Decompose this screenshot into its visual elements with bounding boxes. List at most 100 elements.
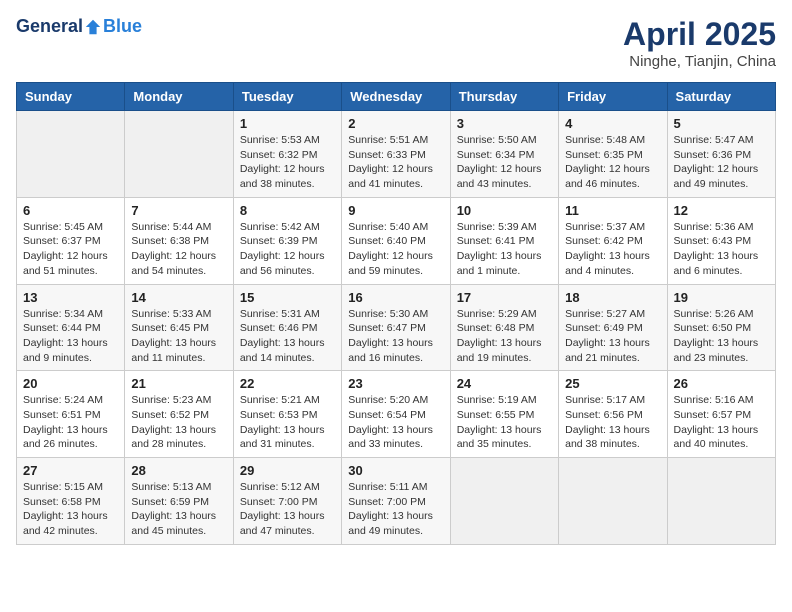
title-block: April 2025 Ninghe, Tianjin, China <box>623 16 776 70</box>
day-info: Sunrise: 5:16 AM Sunset: 6:57 PM Dayligh… <box>674 393 769 452</box>
day-number: 20 <box>23 376 118 391</box>
location-text: Ninghe, Tianjin, China <box>623 53 776 70</box>
day-info: Sunrise: 5:33 AM Sunset: 6:45 PM Dayligh… <box>131 307 226 366</box>
day-info: Sunrise: 5:37 AM Sunset: 6:42 PM Dayligh… <box>565 220 660 279</box>
calendar-table: SundayMondayTuesdayWednesdayThursdayFrid… <box>16 82 776 545</box>
day-info: Sunrise: 5:31 AM Sunset: 6:46 PM Dayligh… <box>240 307 335 366</box>
day-info: Sunrise: 5:51 AM Sunset: 6:33 PM Dayligh… <box>348 133 443 192</box>
calendar-week-row: 20Sunrise: 5:24 AM Sunset: 6:51 PM Dayli… <box>17 371 776 458</box>
calendar-cell: 3Sunrise: 5:50 AM Sunset: 6:34 PM Daylig… <box>450 111 558 198</box>
day-number: 13 <box>23 290 118 305</box>
calendar-cell: 30 Sunrise: 5:11 AM Sunset: 7:00 PM Dayli… <box>342 458 450 545</box>
weekday-header-sunday: Sunday <box>17 83 125 111</box>
day-info: Sunrise: 5:26 AM Sunset: 6:50 PM Dayligh… <box>674 307 769 366</box>
day-info: Sunrise: 5:27 AM Sunset: 6:49 PM Dayligh… <box>565 307 660 366</box>
day-number: 18 <box>565 290 660 305</box>
day-info: Sunrise: 5:11 AM Sunset: 7:00 PM Dayligh… <box>348 480 443 539</box>
day-number: 17 <box>457 290 552 305</box>
calendar-week-row: 13 Sunrise: 5:34 AM Sunset: 6:44 PM Dayli… <box>17 284 776 371</box>
calendar-cell: 22 Sunrise: 5:21 AM Sunset: 6:53 PM Dayli… <box>233 371 341 458</box>
day-info: Sunrise: 5:47 AM Sunset: 6:36 PM Dayligh… <box>674 133 769 192</box>
calendar-cell: 6 Sunrise: 5:45 AM Sunset: 6:37 PM Daylig… <box>17 197 125 284</box>
calendar-cell: 24Sunrise: 5:19 AM Sunset: 6:55 PM Dayli… <box>450 371 558 458</box>
day-info: Sunrise: 5:42 AM Sunset: 6:39 PM Dayligh… <box>240 220 335 279</box>
day-number: 4 <box>565 116 660 131</box>
day-number: 29 <box>240 463 335 478</box>
day-number: 28 <box>131 463 226 478</box>
day-number: 7 <box>131 203 226 218</box>
month-title: April 2025 <box>623 16 776 53</box>
day-info: Sunrise: 5:48 AM Sunset: 6:35 PM Dayligh… <box>565 133 660 192</box>
day-number: 11 <box>565 203 660 218</box>
day-info: Sunrise: 5:13 AM Sunset: 6:59 PM Dayligh… <box>131 480 226 539</box>
calendar-cell <box>667 458 775 545</box>
logo-blue-text: Blue <box>103 16 142 37</box>
weekday-header-tuesday: Tuesday <box>233 83 341 111</box>
weekday-header-monday: Monday <box>125 83 233 111</box>
day-number: 9 <box>348 203 443 218</box>
day-info: Sunrise: 5:34 AM Sunset: 6:44 PM Dayligh… <box>23 307 118 366</box>
calendar-cell: 8 Sunrise: 5:42 AM Sunset: 6:39 PM Daylig… <box>233 197 341 284</box>
day-info: Sunrise: 5:50 AM Sunset: 6:34 PM Dayligh… <box>457 133 552 192</box>
day-info: Sunrise: 5:45 AM Sunset: 6:37 PM Dayligh… <box>23 220 118 279</box>
calendar-cell: 13 Sunrise: 5:34 AM Sunset: 6:44 PM Dayli… <box>17 284 125 371</box>
calendar-cell: 26 Sunrise: 5:16 AM Sunset: 6:57 PM Dayli… <box>667 371 775 458</box>
calendar-week-row: 1 Sunrise: 5:53 AM Sunset: 6:32 PM Daylig… <box>17 111 776 198</box>
day-number: 19 <box>674 290 769 305</box>
calendar-cell: 10Sunrise: 5:39 AM Sunset: 6:41 PM Dayli… <box>450 197 558 284</box>
calendar-cell: 15 Sunrise: 5:31 AM Sunset: 6:46 PM Dayli… <box>233 284 341 371</box>
day-info: Sunrise: 5:17 AM Sunset: 6:56 PM Dayligh… <box>565 393 660 452</box>
day-number: 12 <box>674 203 769 218</box>
calendar-cell: 5 Sunrise: 5:47 AM Sunset: 6:36 PM Daylig… <box>667 111 775 198</box>
day-number: 5 <box>674 116 769 131</box>
day-info: Sunrise: 5:15 AM Sunset: 6:58 PM Dayligh… <box>23 480 118 539</box>
calendar-week-row: 27Sunrise: 5:15 AM Sunset: 6:58 PM Dayli… <box>17 458 776 545</box>
calendar-cell: 12 Sunrise: 5:36 AM Sunset: 6:43 PM Dayli… <box>667 197 775 284</box>
calendar-cell: 2 Sunrise: 5:51 AM Sunset: 6:33 PM Daylig… <box>342 111 450 198</box>
day-number: 22 <box>240 376 335 391</box>
day-info: Sunrise: 5:30 AM Sunset: 6:47 PM Dayligh… <box>348 307 443 366</box>
day-info: Sunrise: 5:29 AM Sunset: 6:48 PM Dayligh… <box>457 307 552 366</box>
day-number: 23 <box>348 376 443 391</box>
day-info: Sunrise: 5:40 AM Sunset: 6:40 PM Dayligh… <box>348 220 443 279</box>
weekday-header-row: SundayMondayTuesdayWednesdayThursdayFrid… <box>17 83 776 111</box>
calendar-cell: 25 Sunrise: 5:17 AM Sunset: 6:56 PM Dayli… <box>559 371 667 458</box>
page-header: General Blue April 2025 Ninghe, Tianjin,… <box>16 16 776 70</box>
day-number: 24 <box>457 376 552 391</box>
day-number: 8 <box>240 203 335 218</box>
calendar-week-row: 6 Sunrise: 5:45 AM Sunset: 6:37 PM Daylig… <box>17 197 776 284</box>
day-number: 30 <box>348 463 443 478</box>
day-number: 25 <box>565 376 660 391</box>
logo: General Blue <box>16 16 142 37</box>
calendar-cell: 21 Sunrise: 5:23 AM Sunset: 6:52 PM Dayli… <box>125 371 233 458</box>
weekday-header-wednesday: Wednesday <box>342 83 450 111</box>
day-number: 2 <box>348 116 443 131</box>
day-info: Sunrise: 5:36 AM Sunset: 6:43 PM Dayligh… <box>674 220 769 279</box>
calendar-cell: 11 Sunrise: 5:37 AM Sunset: 6:42 PM Dayli… <box>559 197 667 284</box>
day-number: 1 <box>240 116 335 131</box>
day-number: 6 <box>23 203 118 218</box>
day-info: Sunrise: 5:53 AM Sunset: 6:32 PM Dayligh… <box>240 133 335 192</box>
day-number: 21 <box>131 376 226 391</box>
day-number: 16 <box>348 290 443 305</box>
weekday-header-friday: Friday <box>559 83 667 111</box>
calendar-cell <box>450 458 558 545</box>
calendar-cell: 23 Sunrise: 5:20 AM Sunset: 6:54 PM Dayli… <box>342 371 450 458</box>
calendar-cell: 19 Sunrise: 5:26 AM Sunset: 6:50 PM Dayli… <box>667 284 775 371</box>
calendar-cell: 1 Sunrise: 5:53 AM Sunset: 6:32 PM Daylig… <box>233 111 341 198</box>
calendar-cell <box>17 111 125 198</box>
calendar-cell: 7Sunrise: 5:44 AM Sunset: 6:38 PM Daylig… <box>125 197 233 284</box>
weekday-header-saturday: Saturday <box>667 83 775 111</box>
calendar-cell <box>125 111 233 198</box>
day-info: Sunrise: 5:20 AM Sunset: 6:54 PM Dayligh… <box>348 393 443 452</box>
calendar-cell: 29 Sunrise: 5:12 AM Sunset: 7:00 PM Dayli… <box>233 458 341 545</box>
logo-icon <box>84 18 102 36</box>
calendar-cell: 14Sunrise: 5:33 AM Sunset: 6:45 PM Dayli… <box>125 284 233 371</box>
calendar-cell: 20Sunrise: 5:24 AM Sunset: 6:51 PM Dayli… <box>17 371 125 458</box>
day-info: Sunrise: 5:23 AM Sunset: 6:52 PM Dayligh… <box>131 393 226 452</box>
day-info: Sunrise: 5:21 AM Sunset: 6:53 PM Dayligh… <box>240 393 335 452</box>
calendar-cell: 9 Sunrise: 5:40 AM Sunset: 6:40 PM Daylig… <box>342 197 450 284</box>
day-number: 15 <box>240 290 335 305</box>
day-number: 26 <box>674 376 769 391</box>
day-info: Sunrise: 5:12 AM Sunset: 7:00 PM Dayligh… <box>240 480 335 539</box>
